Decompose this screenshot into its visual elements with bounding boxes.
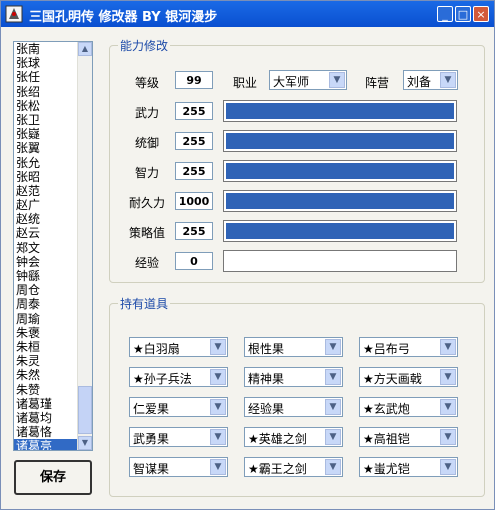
job-select[interactable]: 大军师 ▼ xyxy=(269,70,347,90)
chevron-down-icon[interactable]: ▼ xyxy=(210,339,226,355)
item-select[interactable]: ★蚩尤铠 ▼ xyxy=(359,457,458,477)
chevron-down-icon[interactable]: ▼ xyxy=(210,369,226,385)
stat-progress-fill xyxy=(226,163,454,179)
item-select-value: 武勇果 xyxy=(133,432,170,446)
chevron-down-icon[interactable]: ▼ xyxy=(440,459,456,475)
item-select-value: ★英雄之剑 xyxy=(248,432,307,446)
item-select[interactable]: ★玄武炮 ▼ xyxy=(359,397,458,417)
ability-group-title: 能力修改 xyxy=(118,37,171,54)
app-window: 三国孔明传 修改器 BY 银河漫步 _ □ × 张南 张球 张任 张绍 张松 张卫 张嶷 张翼… xyxy=(0,0,495,510)
chevron-down-icon[interactable]: ▼ xyxy=(325,459,341,475)
stat-value-field[interactable]: 255 xyxy=(175,222,213,240)
item-select-value: ★霸王之剑 xyxy=(248,462,307,476)
chevron-down-icon[interactable]: ▼ xyxy=(440,429,456,445)
items-group-title: 持有道具 xyxy=(118,295,171,312)
item-select[interactable]: ★白羽扇 ▼ xyxy=(129,337,228,357)
item-select-value: ★方天画戟 xyxy=(363,372,422,386)
chevron-down-icon[interactable]: ▼ xyxy=(440,339,456,355)
chevron-down-icon[interactable]: ▼ xyxy=(440,72,456,88)
stat-progress-bar xyxy=(223,130,457,152)
item-select[interactable]: ★孙子兵法 ▼ xyxy=(129,367,228,387)
stat-progress-bar xyxy=(223,250,457,272)
item-select-value: ★白羽扇 xyxy=(133,342,180,356)
stat-progress-fill xyxy=(226,133,454,149)
chevron-down-icon[interactable]: ▼ xyxy=(210,399,226,415)
close-button[interactable]: × xyxy=(473,6,489,22)
faction-select[interactable]: 刘备 ▼ xyxy=(403,70,458,90)
scroll-down-button[interactable]: ▼ xyxy=(78,436,92,450)
chevron-down-icon[interactable]: ▼ xyxy=(325,369,341,385)
item-select-value: 经验果 xyxy=(248,402,285,416)
stat-value-field[interactable]: 1000 xyxy=(175,192,213,210)
chevron-down-icon[interactable]: ▼ xyxy=(440,399,456,415)
item-select[interactable]: 精神果 ▼ xyxy=(244,367,343,387)
stat-label: 统御 xyxy=(135,136,160,150)
stat-label: 经验 xyxy=(135,256,160,270)
chevron-down-icon[interactable]: ▼ xyxy=(325,339,341,355)
item-select-value: 精神果 xyxy=(248,372,285,386)
item-select-value: 根性果 xyxy=(248,342,285,356)
job-select-value: 大军师 xyxy=(273,75,310,89)
maximize-button[interactable]: □ xyxy=(455,6,471,22)
list-scrollbar[interactable]: ▲ ▼ xyxy=(77,42,92,450)
stat-progress-bar xyxy=(223,220,457,242)
chevron-down-icon[interactable]: ▼ xyxy=(210,429,226,445)
item-select[interactable]: 经验果 ▼ xyxy=(244,397,343,417)
title-bar[interactable]: 三国孔明传 修改器 BY 银河漫步 _ □ × xyxy=(1,1,494,27)
scroll-up-button[interactable]: ▲ xyxy=(78,42,92,56)
item-select-value: 仁爱果 xyxy=(133,402,170,416)
minimize-button[interactable]: _ xyxy=(437,6,453,22)
item-select[interactable]: 仁爱果 ▼ xyxy=(129,397,228,417)
item-select[interactable]: ★英雄之剑 ▼ xyxy=(244,427,343,447)
stat-value-field[interactable]: 255 xyxy=(175,162,213,180)
chevron-down-icon[interactable]: ▼ xyxy=(325,399,341,415)
item-select[interactable]: ★吕布弓 ▼ xyxy=(359,337,458,357)
level-field[interactable]: 99 xyxy=(175,71,213,89)
stat-progress-bar xyxy=(223,160,457,182)
stat-label: 耐久力 xyxy=(129,196,166,210)
item-select-value: ★高祖铠 xyxy=(363,432,410,446)
app-icon xyxy=(5,5,23,23)
window-title: 三国孔明传 修改器 BY 银河漫步 xyxy=(29,10,218,25)
item-select-value: ★蚩尤铠 xyxy=(363,462,410,476)
item-select[interactable]: 武勇果 ▼ xyxy=(129,427,228,447)
level-label: 等级 xyxy=(135,76,160,90)
chevron-down-icon[interactable]: ▼ xyxy=(325,429,341,445)
stat-label: 策略值 xyxy=(129,226,166,240)
item-select-value: ★吕布弓 xyxy=(363,342,410,356)
item-select-value: 智谋果 xyxy=(133,462,170,476)
item-select-value: ★玄武炮 xyxy=(363,402,410,416)
chevron-down-icon[interactable]: ▼ xyxy=(210,459,226,475)
save-button[interactable]: 保存 xyxy=(14,460,92,495)
faction-select-value: 刘备 xyxy=(407,75,432,89)
item-select[interactable]: ★方天画戟 ▼ xyxy=(359,367,458,387)
stat-progress-fill xyxy=(226,223,454,239)
item-select[interactable]: ★高祖铠 ▼ xyxy=(359,427,458,447)
stat-progress-bar xyxy=(223,190,457,212)
job-label: 职业 xyxy=(233,76,258,90)
stat-label: 智力 xyxy=(135,166,160,180)
stat-progress-bar xyxy=(223,100,457,122)
character-listbox[interactable]: 张南 张球 张任 张绍 张松 张卫 张嶷 张翼 张允 张昭 赵范 赵广 赵统 赵云 郑文 钟会 钟繇 周仓 周泰 周瑜… xyxy=(13,41,93,451)
item-select[interactable]: ★霸王之剑 ▼ xyxy=(244,457,343,477)
chevron-down-icon[interactable]: ▼ xyxy=(440,369,456,385)
stat-value-field[interactable]: 0 xyxy=(175,252,213,270)
faction-label: 阵营 xyxy=(365,76,390,90)
stat-progress-fill xyxy=(226,193,454,209)
stat-progress-fill xyxy=(226,103,454,119)
item-select-value: ★孙子兵法 xyxy=(133,372,192,386)
item-select[interactable]: 根性果 ▼ xyxy=(244,337,343,357)
item-select[interactable]: 智谋果 ▼ xyxy=(129,457,228,477)
stat-value-field[interactable]: 255 xyxy=(175,102,213,120)
chevron-down-icon[interactable]: ▼ xyxy=(329,72,345,88)
stat-label: 武力 xyxy=(135,106,160,120)
stat-value-field[interactable]: 255 xyxy=(175,132,213,150)
scroll-thumb[interactable] xyxy=(78,386,92,434)
